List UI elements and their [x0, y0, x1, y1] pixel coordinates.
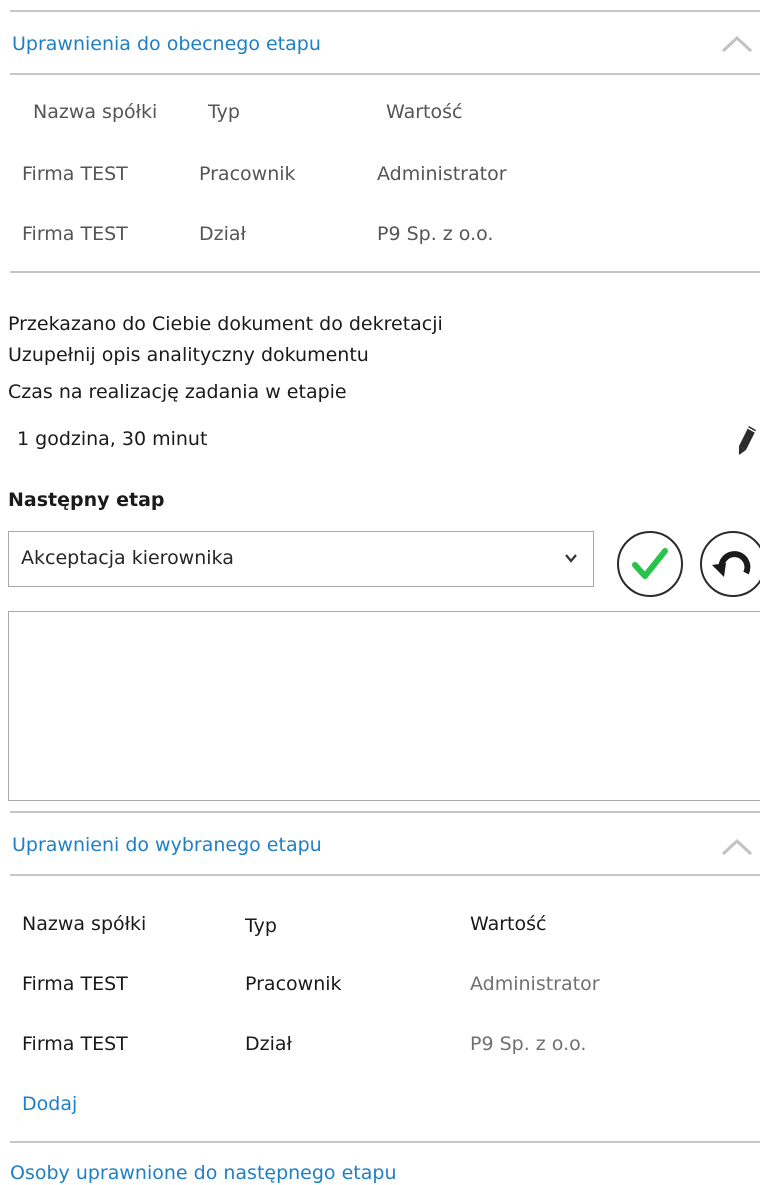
table-cell-value: Administrator: [377, 163, 507, 185]
table-cell-value: Administrator: [470, 973, 600, 995]
time-label: Czas na realizację zadania w etapie: [8, 381, 347, 403]
section-title-current-stage[interactable]: Uprawnienia do obecnego etapu: [12, 33, 321, 55]
undo-button[interactable]: [700, 531, 760, 597]
table-cell-company: Firma TEST: [22, 1033, 128, 1055]
add-link[interactable]: Dodaj: [22, 1093, 77, 1115]
next-stage-label: Następny etap: [8, 489, 165, 511]
comment-textarea[interactable]: [8, 611, 760, 801]
section-title-persons-next-stage[interactable]: Osoby uprawnione do następnego etapu: [10, 1162, 397, 1184]
check-icon: [631, 547, 668, 579]
table-cell-company: Firma TEST: [22, 223, 128, 245]
column-header-value: Wartość: [470, 913, 547, 935]
table-cell-value: P9 Sp. z o.o.: [377, 223, 494, 245]
column-header-company: Nazwa spółki: [22, 913, 147, 935]
next-stage-selected-value: Akceptacja kierownika: [21, 547, 234, 569]
section-divider: [10, 1141, 760, 1143]
time-value: 1 godzina, 30 minut: [17, 428, 208, 450]
table-cell-company: Firma TEST: [22, 973, 128, 995]
undo-icon: [711, 550, 750, 577]
table-cell-type: Dział: [245, 1033, 292, 1055]
section-divider: [10, 73, 760, 75]
section-divider: [10, 271, 760, 273]
column-header-value: Wartość: [386, 101, 463, 123]
column-header-company: Nazwa spółki: [33, 101, 158, 123]
table-cell-value: P9 Sp. z o.o.: [470, 1033, 587, 1055]
section-divider: [10, 811, 760, 813]
accept-button[interactable]: [617, 531, 683, 597]
chevron-down-icon: [565, 554, 577, 563]
column-header-type: Typ: [245, 915, 277, 937]
task-message-line-2: Uzupełnij opis analityczny dokumentu: [8, 344, 369, 366]
table-cell-type: Pracownik: [245, 973, 342, 995]
column-header-type: Typ: [208, 101, 240, 123]
table-cell-type: Dział: [199, 223, 246, 245]
table-cell-company: Firma TEST: [22, 163, 128, 185]
chevron-up-icon[interactable]: [720, 835, 754, 857]
pencil-icon[interactable]: [736, 424, 758, 458]
section-title-selected-stage[interactable]: Uprawnieni do wybranego etapu: [12, 834, 322, 856]
section-divider-top: [10, 10, 760, 12]
next-stage-select[interactable]: Akceptacja kierownika: [8, 531, 594, 587]
table-cell-type: Pracownik: [199, 163, 296, 185]
chevron-up-icon[interactable]: [720, 32, 754, 54]
task-message-line-1: Przekazano do Ciebie dokument do dekreta…: [8, 313, 443, 335]
section-divider: [10, 874, 760, 876]
